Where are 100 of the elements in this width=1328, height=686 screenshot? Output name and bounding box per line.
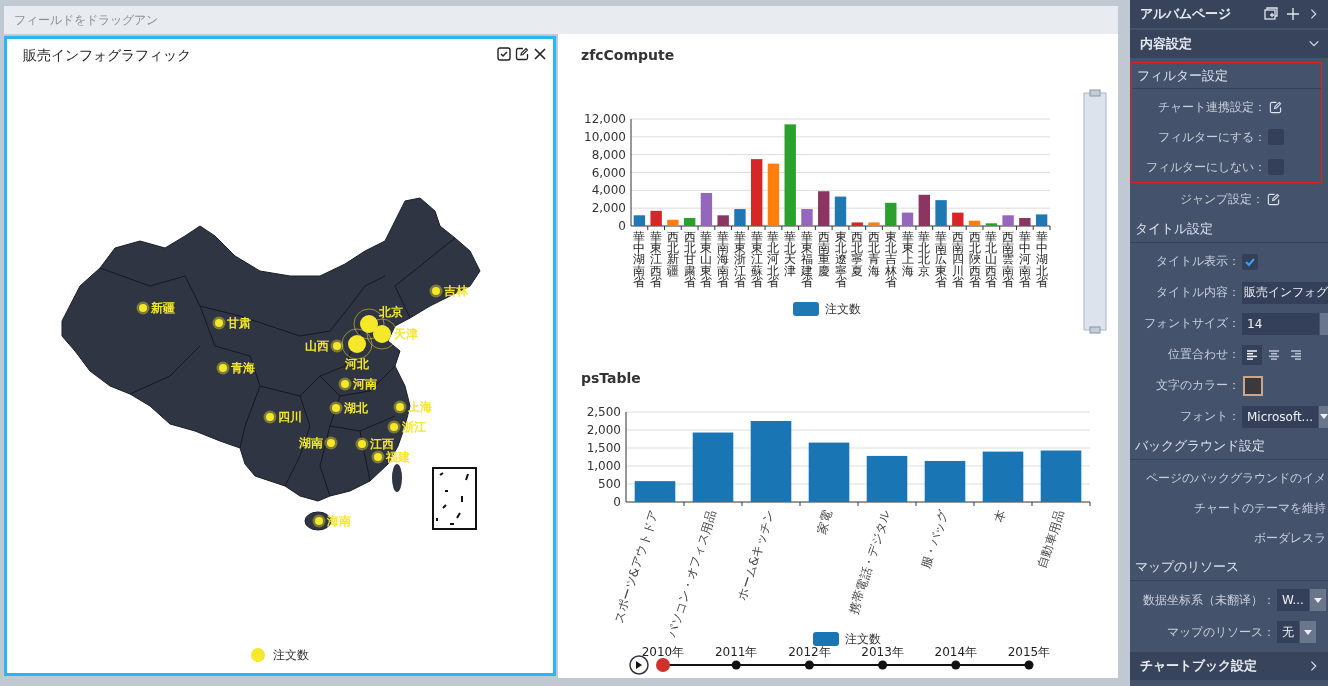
map-marker[interactable] [371, 450, 385, 464]
axis-category-label: 華東福建省 [801, 230, 813, 289]
text-field[interactable]: 販売インフォグ [1242, 281, 1328, 304]
dropdown-button[interactable] [1319, 405, 1328, 428]
map-label: 青海 [231, 361, 255, 375]
color-swatch[interactable] [1243, 375, 1263, 396]
map-marker[interactable] [212, 316, 226, 330]
align-left-icon [1245, 348, 1259, 361]
chart-title: zfcCompute [581, 47, 675, 63]
align-right-icon [1289, 348, 1303, 361]
axis-tick-label: 2,500 [586, 405, 621, 419]
dropdown-button[interactable] [1300, 621, 1316, 643]
map-marker[interactable] [387, 420, 401, 434]
axis-category-label: 西南四川省 [951, 230, 964, 289]
axis-category-label: 華北山西省 [985, 230, 998, 289]
map-marker[interactable] [393, 400, 407, 414]
axis-category-label: 家電 [814, 508, 835, 536]
axis-tick-label: 2,000 [591, 201, 626, 216]
bar [1019, 218, 1031, 226]
timeline-point[interactable] [878, 660, 888, 670]
axis-category-label: 本 [991, 508, 1009, 525]
bar [901, 212, 914, 226]
dropdown-button[interactable] [1309, 589, 1326, 611]
timeline-point[interactable] [1024, 660, 1034, 670]
setting-label: ボーダレスラ [1253, 530, 1327, 546]
checkbox-icon[interactable] [497, 47, 511, 61]
map-label: 河北 [345, 357, 369, 371]
bar [700, 193, 713, 226]
plus-icon[interactable] [1286, 7, 1300, 21]
axis-category-label: 東北吉林省 [884, 230, 897, 289]
axis-category-label: スポーツ&アウトドア [611, 508, 661, 625]
axis-category-label: 西南重慶 [817, 230, 830, 278]
bar [650, 210, 662, 226]
bar [634, 481, 676, 502]
group-title: フィルター設定 [1132, 63, 1321, 89]
map-marker[interactable] [341, 328, 373, 360]
dropdown-field[interactable]: W... [1277, 589, 1309, 611]
bar [885, 202, 897, 226]
close-icon[interactable] [533, 47, 547, 61]
axis-category-label: 華北河北省 [767, 230, 780, 289]
bar [924, 460, 966, 502]
bar [717, 215, 729, 226]
legend-swatch[interactable] [793, 302, 819, 316]
bar [808, 442, 850, 502]
map-marker[interactable] [330, 339, 344, 353]
map-marker[interactable] [312, 514, 326, 528]
axis-category-label: 華東上海 [901, 230, 914, 278]
section-header[interactable]: チャートブック設定 [1130, 652, 1328, 680]
timeline-point[interactable] [951, 660, 961, 670]
map-marker[interactable] [329, 401, 343, 415]
axis-tick-label: 1,000 [586, 459, 621, 473]
timeline-point[interactable] [731, 660, 741, 670]
group-title: マップのリソース [1130, 553, 1328, 581]
bar [935, 200, 947, 226]
timeline-point[interactable] [804, 660, 814, 670]
bar [1002, 215, 1014, 226]
map-marker[interactable] [263, 410, 277, 424]
checkbox[interactable] [1242, 253, 1258, 270]
axis-tick-label: 10,000 [584, 129, 626, 144]
setting-label: チャートのテーマを維持 [1193, 500, 1327, 516]
axis-tick-label: 1,500 [586, 441, 621, 455]
edit-icon[interactable] [515, 47, 529, 61]
timeline-label: 2013年 [861, 645, 904, 659]
number-field[interactable]: 14 [1242, 312, 1320, 335]
setting-label: フォントサイズ： [1143, 315, 1240, 332]
setting-label: ページのバックグラウンドのイメ [1145, 470, 1327, 486]
axis-category-label: ホーム&キッチン [734, 508, 777, 602]
align-left-button[interactable] [1242, 344, 1262, 365]
axis-category-label: 華中湖南省 [633, 230, 646, 289]
setting-label: フィルターにしない： [1145, 158, 1266, 176]
setting-label: タイトル内容： [1155, 284, 1240, 301]
dropdown-field[interactable]: 无 [1277, 621, 1299, 643]
bar [968, 220, 981, 226]
group-title: タイトル設定 [1130, 215, 1328, 243]
map-label: 河南 [353, 377, 377, 391]
timeline-label: 2015年 [1007, 645, 1051, 659]
map-label: 江西 [370, 437, 394, 451]
section-header[interactable]: 内容設定 [1130, 30, 1328, 58]
legend-label: 注文数 [845, 632, 881, 646]
dropdown-field[interactable]: Microsoft... [1242, 405, 1319, 428]
map-marker[interactable] [355, 437, 369, 451]
bar [1035, 214, 1048, 226]
legend-dot[interactable] [251, 648, 265, 662]
setting-label: ジャンプ設定： [1179, 190, 1264, 208]
add-page-icon[interactable] [1264, 7, 1278, 21]
map-marker[interactable] [338, 377, 352, 391]
map-marker[interactable] [136, 301, 150, 315]
play-button[interactable] [629, 655, 649, 675]
legend-swatch[interactable] [813, 632, 839, 646]
axis-category-label: 華北北京 [918, 230, 931, 278]
bar [692, 432, 734, 502]
bar [985, 223, 998, 226]
map-label: 甘肃 [227, 316, 251, 330]
zoom-slider[interactable] [1083, 89, 1107, 334]
map-marker[interactable] [324, 436, 338, 450]
axis-tick-label: 12,000 [584, 112, 626, 126]
caret-icon [1319, 414, 1328, 419]
map-marker[interactable] [216, 361, 230, 375]
map-marker[interactable] [429, 284, 443, 298]
axis-category-label: 西北甘粛省 [683, 230, 696, 289]
